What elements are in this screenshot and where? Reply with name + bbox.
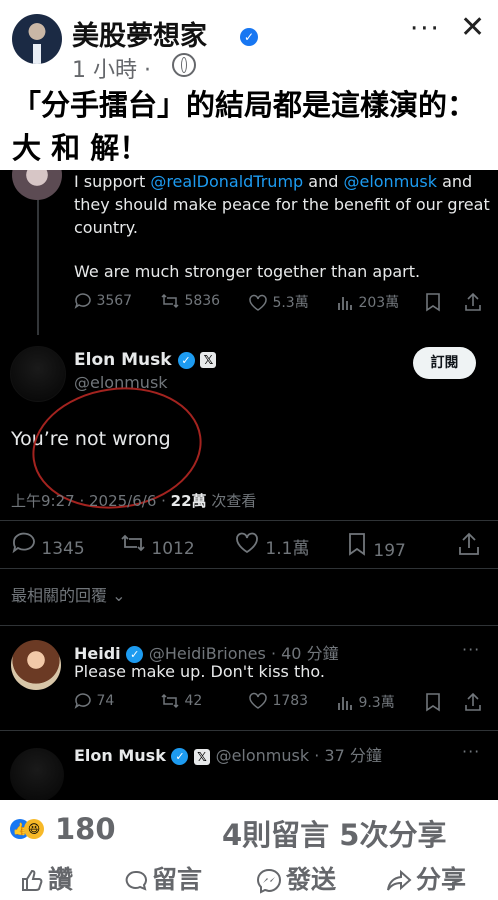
views-icon [338,697,352,710]
quoted-views: 203萬 [336,292,399,312]
laughing-emoji: 😂 [74,766,98,790]
heart-icon [249,692,267,709]
reaction-count[interactable]: 180 [55,812,116,846]
quoted-reposts: 5836 [160,292,220,310]
tweet-author: Elon Musk ✓ 𝕏 [74,350,217,370]
subscribe-button: 訂閱 [413,347,476,379]
mention-trump: @realDonaldTrump [150,172,304,191]
thumbs-up-icon [22,869,43,891]
heart-icon [249,294,267,311]
tweet-likes: 1.1萬 [234,532,309,559]
replies-sort: 最相關的回覆 ⌄ [11,586,126,605]
divider [0,568,498,569]
quoted-share-icon [464,292,482,312]
quoted-text-2: We are much stronger together than apart… [74,262,421,281]
heidi-avatar [11,640,61,690]
x-logo-icon: 𝕏 [194,748,210,765]
repost-icon [161,293,179,309]
share-button[interactable]: 分享 [386,860,466,896]
divider [0,625,498,626]
reply-icon [74,693,91,709]
post-text: 「分手擂台」的結局都是這樣演的：大 和 解！ [12,88,477,165]
comment-icon [125,870,147,891]
close-icon[interactable]: ✕ [460,10,485,45]
heart-icon [236,532,258,554]
reply1-reposts: 42 [160,692,202,710]
reply1-views: 9.3萬 [336,692,395,712]
post-actions-bar: 讚 留言 發送 分享 [0,860,498,900]
reply1-likes: 1783 [248,692,308,710]
reaction-icons[interactable]: 👍😆 [10,818,44,839]
reply1-replies: 74 [74,692,114,710]
repost-icon [161,693,179,709]
chevron-down-icon: ⌄ [112,586,126,605]
verified-icon: ✓ [126,646,144,663]
more-options-icon: ··· [462,640,481,659]
reply1-text: Please make up. Don't kiss tho. [74,662,325,681]
quoted-text-1: I support @realDonaldTrump and @elonmusk… [74,172,490,237]
share-arrow-icon [387,869,412,891]
embedded-tweet-image: I support @realDonaldTrump and @elonmusk… [0,170,498,800]
bookmark-icon [349,533,365,556]
globe-icon [172,53,196,77]
comments-shares-count[interactable]: 4則留言 5次分享 [222,812,446,854]
more-options-icon[interactable]: ··· [410,14,441,44]
reply-icon [74,293,91,309]
mention-elon: @elonmusk [343,172,438,191]
tweet-replies: 1345 [12,532,85,559]
tweet-meta: 上午9:27 · 2025/6/6 · 22萬 次查看 [11,492,257,510]
messenger-icon [256,868,282,894]
like-button[interactable]: 讚 [20,860,73,896]
post-time[interactable]: 1 小時 · [72,52,151,84]
x-logo-icon: 𝕏 [200,352,217,368]
elon-avatar [10,346,66,402]
reply2-author: Elon Musk ✓ 𝕏 @elonmusk · 37 分鐘 [74,746,382,765]
views-icon [338,297,352,310]
quoted-avatar [12,170,62,200]
reply1-share-icon [464,692,482,712]
divider [0,730,498,731]
reply1-bookmark-icon [424,692,442,712]
author-name[interactable]: 美股夢想家 [72,14,207,53]
send-button[interactable]: 發送 [256,860,336,896]
author-avatar[interactable] [12,14,62,64]
reply-icon [12,532,35,554]
tweet-share-icon [458,532,480,561]
divider [0,520,498,521]
reply1-author: Heidi ✓ @HeidiBriones · 40 分鐘 [74,644,339,663]
tweet-reposts: 1012 [120,532,195,559]
verified-icon: ✓ [177,351,195,369]
quoted-likes: 5.3萬 [248,292,309,312]
tweet-bookmarks: 197 [346,532,406,561]
more-options-icon: ··· [462,742,481,761]
repost-icon [121,534,145,552]
verified-icon: ✓ [240,28,258,46]
elon-reply-avatar [10,748,64,800]
quoted-bookmark-icon [424,292,442,312]
comment-button[interactable]: 留言 [124,860,202,896]
verified-icon: ✓ [171,748,189,765]
quoted-replies: 3567 [74,292,132,310]
haha-reaction-icon: 😆 [24,818,44,839]
